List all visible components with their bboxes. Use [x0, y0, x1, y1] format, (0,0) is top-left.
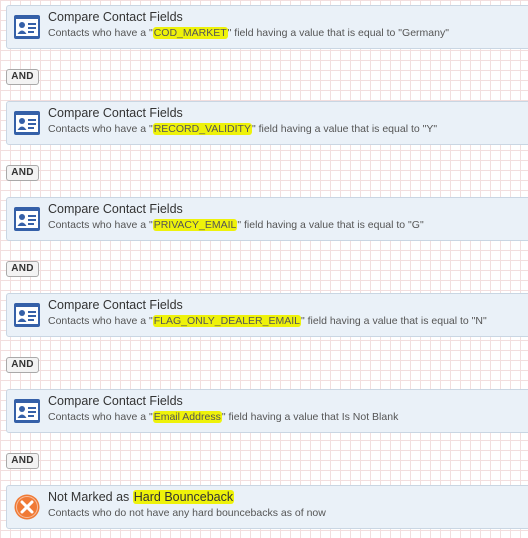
criterion-description: Contacts who do not have any hard bounce…	[48, 507, 326, 519]
and-operator-2[interactable]: AND	[6, 165, 39, 181]
criterion-title: Not Marked as Hard Bounceback	[48, 490, 235, 504]
criterion-card-flag-only-dealer-email[interactable]: Compare Contact Fields Contacts who have…	[6, 293, 528, 337]
contact-card-icon	[14, 111, 40, 135]
field-name-highlight: COD_MARKET	[152, 27, 228, 39]
field-name-highlight: RECORD_VALIDITY	[152, 123, 252, 135]
criterion-card-email-address[interactable]: Compare Contact Fields Contacts who have…	[6, 389, 528, 433]
and-operator-5[interactable]: AND	[6, 453, 39, 469]
bounce-title-highlight: Hard Bounceback	[132, 490, 235, 504]
criterion-card-cod-market[interactable]: Compare Contact Fields Contacts who have…	[6, 5, 528, 49]
description-prefix: Contacts who have a "	[48, 123, 153, 135]
x-circle-icon	[14, 494, 40, 520]
criterion-card-hard-bounceback[interactable]: Not Marked as Hard Bounceback Contacts w…	[6, 485, 528, 529]
and-operator-1[interactable]: AND	[6, 69, 39, 85]
bounce-title-prefix: Not Marked as	[48, 490, 133, 504]
description-suffix: " field having a value that is equal to …	[237, 219, 424, 231]
field-name-highlight: PRIVACY_EMAIL	[152, 219, 238, 231]
description-suffix: " field having a value that is equal to …	[251, 123, 438, 135]
field-name-highlight: FLAG_ONLY_DEALER_EMAIL	[152, 315, 301, 327]
field-name-highlight: Email Address	[152, 411, 222, 423]
criterion-card-privacy-email[interactable]: Compare Contact Fields Contacts who have…	[6, 197, 528, 241]
criterion-title: Compare Contact Fields	[48, 298, 183, 312]
criterion-description: Contacts who have a "Email Address" fiel…	[48, 411, 398, 423]
criterion-description: Contacts who have a "PRIVACY_EMAIL" fiel…	[48, 219, 424, 231]
contact-card-icon	[14, 399, 40, 423]
criterion-title: Compare Contact Fields	[48, 10, 183, 24]
criterion-title: Compare Contact Fields	[48, 106, 183, 120]
criterion-description: Contacts who have a "COD_MARKET" field h…	[48, 27, 449, 39]
criterion-card-record-validity[interactable]: Compare Contact Fields Contacts who have…	[6, 101, 528, 145]
criterion-description: Contacts who have a "FLAG_ONLY_DEALER_EM…	[48, 315, 487, 327]
description-suffix: " field having a value that is equal to …	[301, 315, 487, 327]
description-suffix: " field having a value that is equal to …	[227, 27, 449, 39]
and-operator-3[interactable]: AND	[6, 261, 39, 277]
contact-card-icon	[14, 303, 40, 327]
criterion-title: Compare Contact Fields	[48, 394, 183, 408]
contact-card-icon	[14, 15, 40, 39]
criterion-description: Contacts who have a "RECORD_VALIDITY" fi…	[48, 123, 437, 135]
description-prefix: Contacts who have a "	[48, 219, 153, 231]
description-prefix: Contacts who have a "	[48, 27, 153, 39]
description-prefix: Contacts who have a "	[48, 315, 153, 327]
and-operator-4[interactable]: AND	[6, 357, 39, 373]
description-prefix: Contacts who have a "	[48, 411, 153, 423]
contact-card-icon	[14, 207, 40, 231]
criterion-title: Compare Contact Fields	[48, 202, 183, 216]
description-suffix: " field having a value that Is Not Blank	[221, 411, 399, 423]
